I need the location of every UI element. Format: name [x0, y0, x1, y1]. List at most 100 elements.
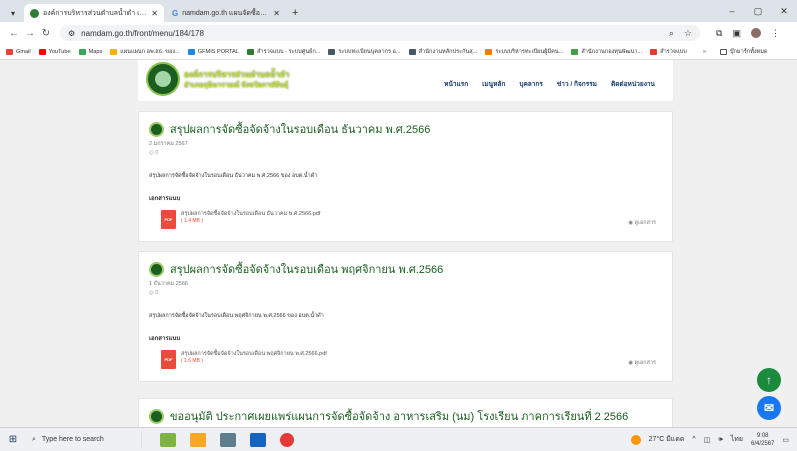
view-document-link[interactable]: ◉ ดูเอกสาร: [628, 359, 656, 367]
bookmark-item[interactable]: ระบบบริหารทะเบียนผู้มีคน...: [485, 48, 563, 56]
bookmark-gmail[interactable]: Gmail: [6, 48, 31, 55]
tab-close-icon[interactable]: ✕: [273, 9, 280, 18]
scroll-to-top-button[interactable]: ↑: [757, 368, 781, 392]
tab-title: องค์การบริหารส่วนตำบลน้ำดำ เทศบ: [43, 9, 148, 17]
bookmark-icon: [110, 48, 118, 55]
minimize-button[interactable]: –: [719, 0, 745, 22]
bookmark-item[interactable]: สำรวจแบบ: [650, 48, 687, 56]
url-bar[interactable]: ⚙ namdam.go.th/front/menu/184/178 ⌕ ☆: [60, 25, 700, 41]
attachment-file[interactable]: PDF สรุปผลการจัดซื้อจัดจ้างในรอบเดือน ธั…: [161, 210, 320, 229]
post-views: ◎ 0: [149, 150, 159, 156]
post-title[interactable]: สรุปผลการจัดซื้อจัดจ้างในรอบเดือน พฤศจิก…: [149, 260, 443, 278]
widgets-icon[interactable]: [160, 432, 176, 447]
attachments-label: เอกสารแนบ: [149, 196, 181, 202]
reload-icon[interactable]: ↻: [38, 28, 54, 39]
post-description: สรุปผลการจัดซื้อจัดจ้างในรอบเดือน ธันวาค…: [149, 173, 318, 179]
file-size: ( 1.6 MB ): [181, 358, 203, 364]
all-bookmarks-button[interactable]: บุ๊กมาร์กทั้งหมด: [719, 48, 768, 56]
window-controls: – ▢ ✕: [719, 0, 797, 22]
file-name: สรุปผลการจัดซื้อจัดจ้างในรอบเดือน ธันวาค…: [181, 211, 321, 217]
nav-contact[interactable]: ติดต่อหน่วยงาน: [611, 79, 655, 89]
post-date: 2 มกราคม 2567: [149, 141, 188, 147]
tab-active[interactable]: องค์การบริหารส่วนตำบลน้ำดำ เทศบ ✕: [24, 4, 164, 22]
post-card: สรุปผลการจัดซื้อจัดจ้างในรอบเดือน พฤศจิก…: [138, 251, 673, 382]
word-icon[interactable]: [250, 432, 266, 447]
language-indicator[interactable]: ไทย: [731, 434, 743, 445]
system-tray: 27°C มีแดด ^ ◫ 🕪 ไทย 9:08 6/4/2567 ▭: [630, 432, 797, 448]
bookmark-icon: [187, 48, 195, 55]
new-tab-button[interactable]: +: [292, 7, 298, 19]
page-content: องค์การบริหารส่วนตำบลน้ำดำ อำเภอกุฉินารา…: [0, 60, 797, 427]
search-placeholder: Type here to search: [41, 436, 104, 443]
post-card: สรุปผลการจัดซื้อจัดจ้างในรอบเดือน ธันวาค…: [138, 111, 673, 242]
nav-home[interactable]: หน้าแรก: [444, 79, 468, 89]
post-title[interactable]: สรุปผลการจัดซื้อจัดจ้างในรอบเดือน ธันวาค…: [149, 120, 430, 138]
post-logo-icon: [149, 261, 164, 277]
site-subtitle: อำเภอกุฉินารายณ์ จังหวัดกาฬสินธุ์: [184, 82, 289, 89]
chrome-icon[interactable]: [280, 432, 294, 447]
nav-news[interactable]: ข่าว / กิจกรรม: [557, 79, 597, 89]
menu-icon[interactable]: ⋮: [771, 28, 780, 39]
profile-avatar[interactable]: [750, 28, 761, 38]
tab-inactive[interactable]: G namdam.go.th แผนจัดซื้อจัดจ้าง ✕: [166, 4, 286, 22]
site-logo[interactable]: [146, 62, 180, 96]
bookmark-icon: [485, 48, 493, 55]
site-header: องค์การบริหารส่วนตำบลน้ำดำ อำเภอกุฉินารา…: [138, 60, 673, 102]
messenger-button[interactable]: ✉: [757, 396, 781, 420]
app-icon[interactable]: [220, 432, 236, 447]
taskbar-search[interactable]: ⌕ Type here to search: [26, 430, 142, 449]
extensions-icon[interactable]: ⧉: [716, 28, 722, 39]
post-date: 1 ธันวาคม 2566: [149, 281, 188, 287]
post-logo-icon: [149, 408, 164, 424]
bookmark-item[interactable]: สำรวจแบบ - ระบบศูนย์ก...: [246, 48, 320, 56]
bookmark-item[interactable]: ระบบทะเบียนบุคลากร อ...: [328, 48, 401, 56]
bookmarks-more-button[interactable]: »: [703, 49, 706, 55]
back-icon[interactable]: ←: [6, 28, 22, 39]
bookmark-maps[interactable]: Maps: [78, 48, 102, 55]
weather-text[interactable]: 27°C มีแดด: [649, 434, 685, 445]
site-info-icon[interactable]: ⚙: [68, 29, 75, 38]
post-description: สรุปผลการจัดซื้อจัดจ้างในรอบเดือน พฤศจิก…: [149, 313, 324, 319]
address-toolbar: ← → ↻ ⚙ namdam.go.th/front/menu/184/178 …: [0, 22, 797, 44]
folder-icon: [719, 48, 727, 55]
bookmarks-bar: Gmail YouTube Maps แผนแผนก อพ.สธ. ของ...…: [0, 44, 797, 60]
bookmark-item[interactable]: สำนักงานหลักประกันสุ...: [408, 48, 477, 56]
weather-icon[interactable]: [630, 434, 641, 445]
bookmark-item[interactable]: GFMIS PORTAL: [187, 48, 239, 55]
bookmark-youtube[interactable]: YouTube: [38, 48, 71, 55]
network-icon[interactable]: ◫: [704, 436, 711, 444]
bookmark-icon: [246, 48, 254, 55]
nav-main-menu[interactable]: เมนูหลัก: [482, 79, 505, 89]
file-explorer-icon[interactable]: [190, 432, 206, 447]
site-favicon-icon: [30, 8, 39, 18]
maximize-button[interactable]: ▢: [745, 0, 771, 22]
volume-icon[interactable]: 🕪: [718, 436, 722, 444]
nav-personnel[interactable]: บุคลากร: [519, 79, 543, 89]
post-title[interactable]: ขออนุมัติ ประกาศเผยแพร่แผนการจัดซื้อจัดจ…: [149, 407, 628, 425]
bookmark-star-icon[interactable]: ☆: [684, 28, 692, 39]
tray-chevron-icon[interactable]: ^: [692, 436, 695, 443]
forward-icon[interactable]: →: [22, 28, 38, 39]
tab-search-button[interactable]: ▾: [6, 6, 20, 20]
pdf-icon: PDF: [161, 210, 176, 229]
bookmark-item[interactable]: แผนแผนก อพ.สธ. ของ...: [110, 48, 180, 56]
url-text: namdam.go.th/front/menu/184/178: [81, 28, 204, 38]
sidebar-icon[interactable]: ▣: [732, 28, 741, 39]
pdf-icon: PDF: [161, 350, 176, 369]
notifications-icon[interactable]: ▭: [782, 436, 789, 444]
taskbar: ⊞ ⌕ Type here to search 27°C มีแดด ^ ◫ 🕪…: [0, 427, 797, 451]
tab-close-icon[interactable]: ✕: [151, 9, 158, 18]
zoom-icon[interactable]: ⌕: [669, 28, 674, 39]
close-window-button[interactable]: ✕: [771, 0, 797, 22]
bookmark-item[interactable]: สำนักงานกองทุนพัฒนา...: [571, 48, 642, 56]
view-document-link[interactable]: ◉ ดูเอกสาร: [628, 219, 656, 227]
maps-icon: [78, 48, 86, 55]
gmail-icon: [6, 48, 13, 55]
post-card: ขออนุมัติ ประกาศเผยแพร่แผนการจัดซื้อจัดจ…: [138, 398, 673, 427]
bookmark-icon: [571, 48, 579, 55]
windows-start-icon[interactable]: ⊞: [0, 434, 26, 445]
file-size: ( 1.4 MB ): [181, 218, 203, 224]
clock-time: 9:08: [756, 432, 769, 439]
clock[interactable]: 9:08 6/4/2567: [751, 432, 774, 448]
attachment-file[interactable]: PDF สรุปผลการจัดซื้อจัดจ้างในรอบเดือน พฤ…: [161, 350, 327, 369]
